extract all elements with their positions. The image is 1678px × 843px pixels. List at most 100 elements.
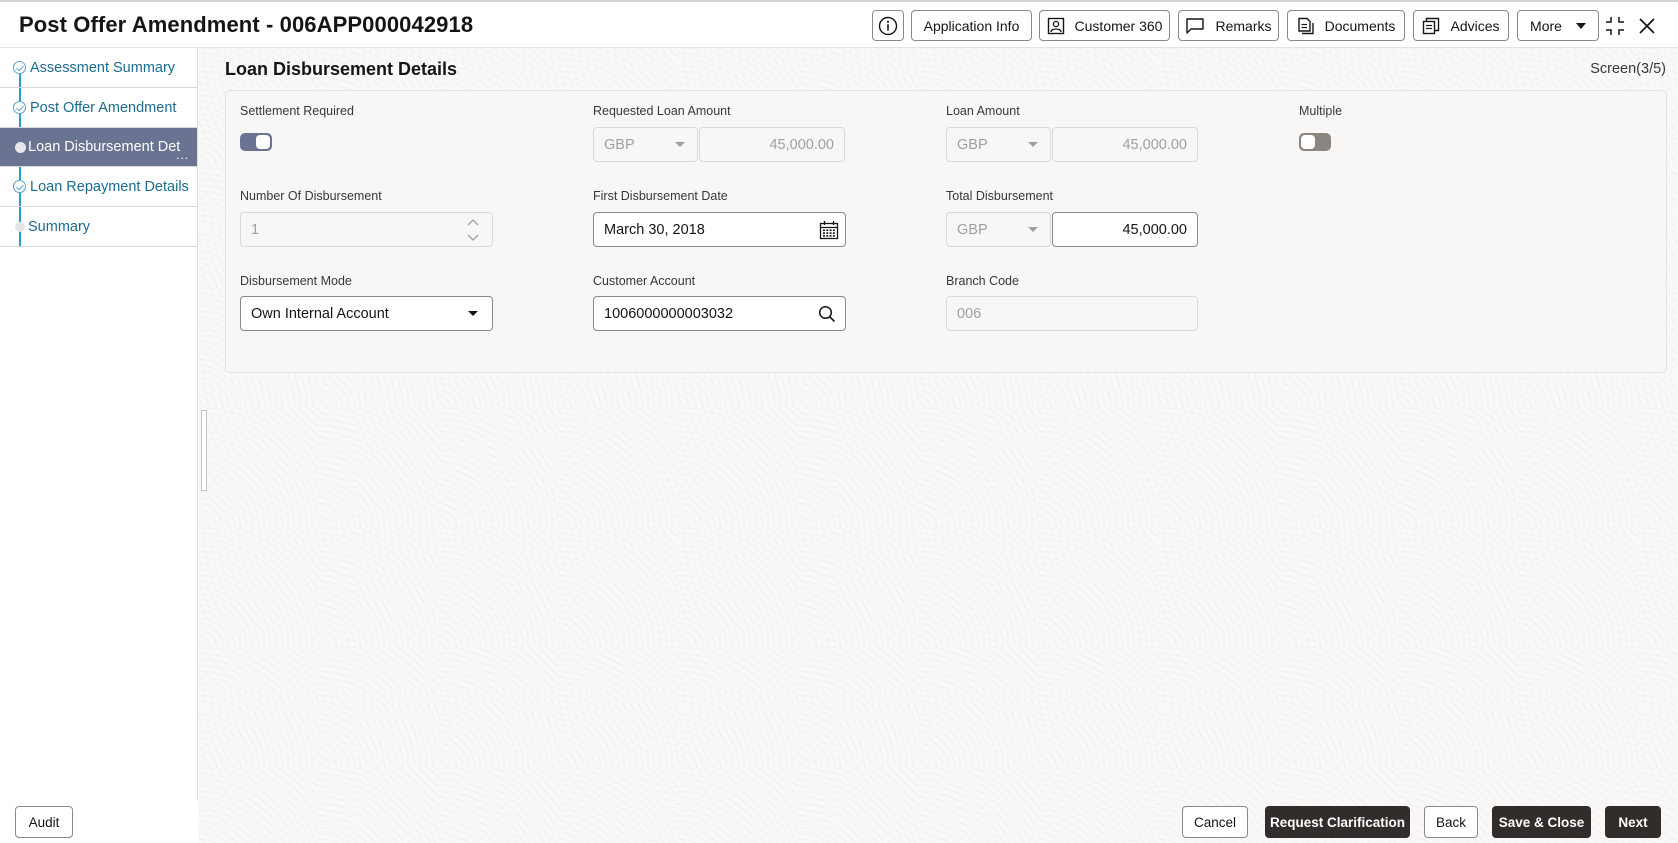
train-stop-sidebar: Assessment Summary Post Offer Amendment …: [0, 48, 198, 800]
caret-down-icon: [1028, 227, 1038, 232]
advices-button[interactable]: Advices: [1413, 10, 1509, 41]
request-clarification-button[interactable]: Request Clarification: [1265, 806, 1410, 838]
audit-button[interactable]: Audit: [15, 806, 73, 838]
remarks-button[interactable]: Remarks: [1178, 10, 1279, 41]
number-of-disbursement-label: Number Of Disbursement: [240, 189, 382, 203]
caret-down-icon: [1028, 142, 1038, 147]
requested-loan-amount-label: Requested Loan Amount: [593, 104, 731, 118]
next-label: Next: [1618, 814, 1648, 830]
application-info-label: Application Info: [923, 17, 1020, 34]
toggle-knob: [256, 135, 270, 149]
step-label: Loan Disbursement Det: [28, 139, 181, 155]
request-clarification-label: Request Clarification: [1269, 814, 1406, 830]
advices-label: Advices: [1450, 17, 1500, 34]
caret-down-icon: [675, 142, 685, 147]
sidebar-step-assessment-summary[interactable]: Assessment Summary: [0, 48, 197, 88]
documents-label: Documents: [1324, 17, 1396, 34]
check-circle-icon: [13, 61, 26, 74]
close-icon: [1639, 18, 1655, 34]
audit-label: Audit: [28, 814, 60, 830]
save-close-button[interactable]: Save & Close: [1492, 806, 1591, 838]
number-value: 1: [251, 221, 260, 238]
customer-360-label: Customer 360: [1074, 17, 1163, 34]
comment-icon: [1186, 17, 1205, 34]
minimize-button[interactable]: [1605, 16, 1625, 41]
currency-value: GBP: [957, 221, 988, 238]
settlement-required-toggle[interactable]: [240, 133, 272, 151]
back-label: Back: [1435, 814, 1466, 830]
check-circle-icon: [13, 101, 26, 114]
header-bar: Post Offer Amendment - 006APP000042918 A…: [0, 0, 1678, 48]
page-title: Post Offer Amendment - 006APP000042918: [19, 12, 474, 37]
calendar-icon[interactable]: [819, 220, 839, 240]
section-title: Loan Disbursement Details: [225, 59, 458, 79]
sidebar-step-loan-repayment-details[interactable]: Loan Repayment Details: [0, 167, 197, 207]
search-icon[interactable]: [818, 305, 836, 323]
info-icon: [878, 16, 898, 35]
amount-value: 45,000.00: [1122, 136, 1187, 153]
loan-amount-label: Loan Amount: [946, 104, 1020, 118]
close-button[interactable]: [1638, 17, 1656, 40]
sidebar-step-post-offer-amendment[interactable]: Post Offer Amendment: [0, 88, 197, 128]
back-button[interactable]: Back: [1424, 806, 1478, 838]
step-label: Assessment Summary: [30, 59, 176, 76]
multiple-toggle[interactable]: [1299, 133, 1331, 151]
customer-360-button[interactable]: Customer 360: [1039, 10, 1170, 41]
collapse-icon: [1606, 17, 1624, 35]
caret-down-icon: [468, 311, 478, 316]
save-close-label: Save & Close: [1498, 814, 1585, 830]
remarks-label: Remarks: [1215, 17, 1272, 34]
total-disbursement-input[interactable]: 45,000.00: [1052, 212, 1198, 247]
settlement-required-label: Settlement Required: [240, 104, 354, 118]
advices-icon: [1423, 17, 1440, 34]
more-button[interactable]: More: [1517, 10, 1599, 41]
current-step-dot-icon: [15, 141, 26, 153]
customer-icon: [1047, 17, 1064, 34]
date-value: March 30, 2018: [604, 221, 705, 238]
loan-currency-select[interactable]: GBP: [946, 127, 1051, 162]
customer-account-input[interactable]: 1006000000003032: [593, 296, 846, 331]
toggle-knob: [1301, 135, 1315, 149]
requested-loan-currency-select[interactable]: GBP: [593, 127, 698, 162]
currency-value: GBP: [957, 136, 988, 153]
check-circle-icon: [13, 180, 26, 193]
branch-code-input[interactable]: 006: [946, 296, 1198, 331]
disbursement-mode-label: Disbursement Mode: [240, 274, 352, 288]
number-of-disbursement-input[interactable]: 1: [240, 212, 493, 247]
screen-counter: Screen(3/5): [1590, 61, 1666, 77]
pending-step-dot-icon: [15, 221, 25, 232]
document-icon: [1297, 17, 1314, 34]
documents-button[interactable]: Documents: [1287, 10, 1405, 41]
total-disbursement-label: Total Disbursement: [946, 189, 1053, 203]
amount-value: 45,000.00: [1122, 221, 1187, 238]
disbursement-mode-select[interactable]: Own Internal Account: [240, 296, 493, 331]
cancel-label: Cancel: [1193, 814, 1237, 830]
mode-value: Own Internal Account: [251, 305, 389, 322]
first-disbursement-date-label: First Disbursement Date: [593, 189, 728, 203]
stepper-arrows-icon[interactable]: [466, 216, 480, 244]
cancel-button[interactable]: Cancel: [1182, 806, 1248, 838]
step-label: Loan Repayment Details: [30, 178, 189, 195]
multiple-label: Multiple: [1299, 104, 1343, 118]
currency-value: GBP: [604, 136, 635, 153]
step-label: Post Offer Amendment: [30, 99, 177, 116]
sidebar-step-loan-disbursement-details[interactable]: Loan Disbursement Det ...: [0, 128, 197, 167]
step-label: Summary: [28, 218, 91, 235]
sidebar-step-summary[interactable]: Summary: [0, 207, 197, 247]
branch-code-value: 006: [957, 305, 982, 322]
next-button[interactable]: Next: [1605, 806, 1661, 838]
branch-code-label: Branch Code: [946, 274, 1019, 288]
loan-disbursement-form: Settlement Required Requested Loan Amoun…: [225, 90, 1667, 373]
more-label: More: [1530, 17, 1562, 34]
requested-loan-amount-input[interactable]: 45,000.00: [699, 127, 845, 162]
ellipsis: ...: [175, 148, 189, 162]
caret-down-icon: [1575, 22, 1586, 29]
application-info-button[interactable]: Application Info: [911, 10, 1032, 41]
first-disbursement-date-input[interactable]: March 30, 2018: [593, 212, 846, 247]
total-disbursement-currency-select[interactable]: GBP: [946, 212, 1051, 247]
account-value: 1006000000003032: [604, 305, 734, 322]
amount-value: 45,000.00: [769, 136, 834, 153]
info-button[interactable]: [872, 10, 904, 41]
loan-amount-input[interactable]: 45,000.00: [1052, 127, 1198, 162]
sidebar-resize-handle[interactable]: [201, 410, 207, 491]
